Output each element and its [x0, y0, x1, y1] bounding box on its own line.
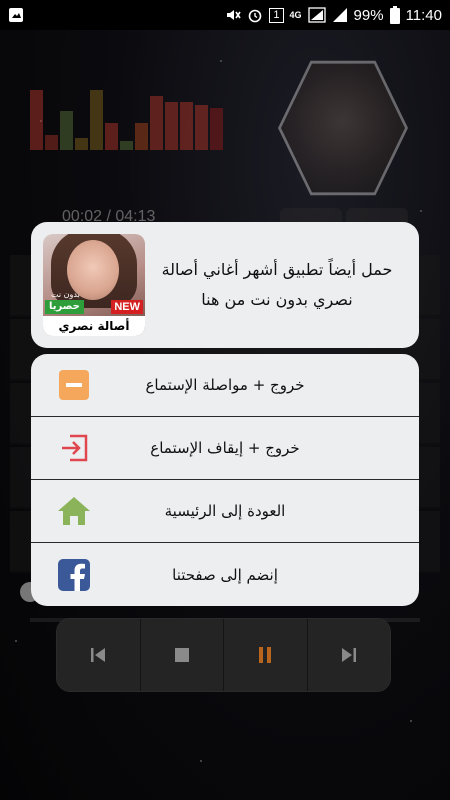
- battery-percentage: 99%: [353, 6, 384, 24]
- mute-icon: [225, 7, 242, 23]
- next-button[interactable]: [307, 619, 390, 691]
- equalizer-bar: [210, 108, 223, 150]
- network-4g-icon: 4G: [289, 10, 302, 20]
- equalizer-bar: [120, 141, 133, 150]
- equalizer-bar: [60, 111, 73, 150]
- facebook-icon: [57, 558, 91, 592]
- skip-next-icon: [341, 648, 356, 662]
- equalizer-bar: [135, 123, 148, 150]
- equalizer-bar: [195, 105, 208, 150]
- gallery-icon: [8, 7, 24, 23]
- exit-continue-listening-button[interactable]: خروج + مواصلة الإستماع: [31, 354, 419, 417]
- promo-tag-offline: بدون نت: [51, 290, 80, 299]
- exit-dialog: بدون نت حصريا NEW أصالة نصري حمل أيضاً ت…: [31, 222, 419, 606]
- equalizer-bar: [150, 96, 163, 150]
- stop-button[interactable]: [140, 619, 224, 691]
- sim-badge: 1: [269, 7, 284, 23]
- equalizer-bar: [180, 102, 193, 150]
- home-icon: [57, 494, 91, 528]
- exit-menu: خروج + مواصلة الإستماع خروج + إيقاف الإس…: [31, 354, 419, 606]
- transport-controls: [56, 618, 391, 692]
- join-our-page-button[interactable]: إنضم إلى صفحتنا: [31, 543, 419, 606]
- exit-stop-listening-button[interactable]: خروج + إيقاف الإستماع: [31, 417, 419, 480]
- pause-button[interactable]: [224, 619, 308, 691]
- equalizer-bar: [45, 135, 58, 150]
- equalizer-bar: [75, 138, 88, 150]
- promo-app-image: بدون نت حصريا NEW أصالة نصري: [43, 234, 145, 336]
- equalizer-visualizer: [30, 90, 223, 150]
- previous-button[interactable]: [57, 619, 141, 691]
- clock: 11:40: [405, 6, 442, 24]
- promo-image-caption: أصالة نصري: [43, 316, 145, 336]
- status-bar: 1 4G 99% 11:40: [0, 0, 450, 30]
- minus-square-icon: [57, 368, 91, 402]
- equalizer-bar: [105, 123, 118, 150]
- signal-icon: [307, 7, 326, 23]
- signal-bars-icon: [332, 7, 348, 23]
- pause-icon: [259, 647, 272, 663]
- skip-previous-icon: [91, 648, 106, 662]
- promo-banner[interactable]: بدون نت حصريا NEW أصالة نصري حمل أيضاً ت…: [31, 222, 419, 348]
- exit-icon: [57, 431, 91, 465]
- equalizer-bar: [90, 90, 103, 150]
- equalizer-bar: [165, 102, 178, 150]
- battery-icon: [389, 6, 400, 24]
- stop-icon: [174, 648, 189, 662]
- promo-tag-new: NEW: [111, 300, 143, 314]
- promo-text: حمل أيضاً تطبيق أشهر أغاني أصالة نصري بد…: [161, 260, 393, 309]
- equalizer-bar: [30, 90, 43, 150]
- back-to-home-button[interactable]: العودة إلى الرئيسية: [31, 480, 419, 543]
- promo-tag-exclusive: حصريا: [45, 300, 84, 314]
- alarm-icon: [247, 7, 263, 23]
- artist-avatar: [278, 60, 408, 196]
